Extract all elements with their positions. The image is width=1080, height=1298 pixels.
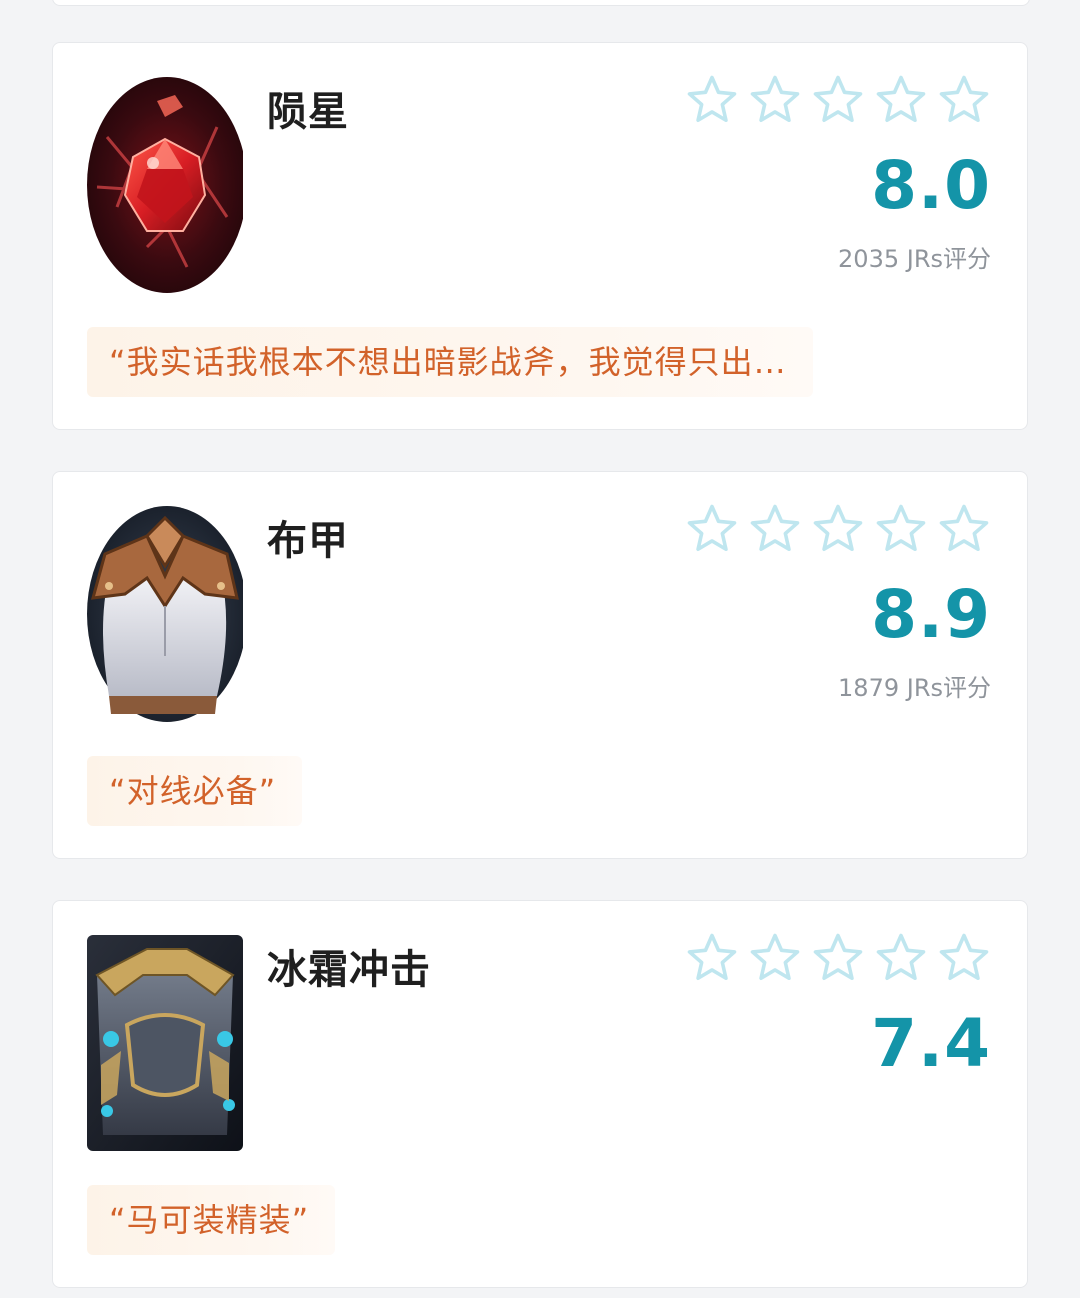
- meteor-gem-icon: [87, 77, 243, 293]
- star-outline-icon[interactable]: [685, 502, 739, 556]
- item-name: 布甲: [267, 518, 349, 564]
- frost-impact-armor-icon: [87, 935, 243, 1151]
- star-outline-icon[interactable]: [937, 931, 991, 985]
- item-score: 8.0: [871, 147, 991, 224]
- item-name: 冰霜冲击: [267, 947, 431, 993]
- rating-stars[interactable]: [685, 931, 991, 985]
- star-outline-icon[interactable]: [685, 931, 739, 985]
- star-outline-icon[interactable]: [811, 502, 865, 556]
- rater-count: 1879 JRs评分: [838, 674, 991, 702]
- star-outline-icon[interactable]: [874, 931, 928, 985]
- star-outline-icon[interactable]: [874, 502, 928, 556]
- rating-stars[interactable]: [685, 502, 991, 556]
- top-comment-quote[interactable]: “马可装精装”: [87, 1185, 336, 1255]
- item-score: 8.9: [871, 576, 991, 653]
- item-card-cloth-armor[interactable]: 布甲 8.9 1879 JRs评分 “对线必备”: [52, 471, 1028, 859]
- cloth-armor-icon: [87, 506, 243, 722]
- previous-card-edge: [52, 0, 1030, 6]
- top-comment-quote[interactable]: “我实话我根本不想出暗影战斧，我觉得只出…: [87, 327, 813, 397]
- rating-stars[interactable]: [685, 73, 991, 127]
- star-outline-icon[interactable]: [748, 931, 802, 985]
- item-card-frost-impact[interactable]: 冰霜冲击 7.4 “马可装精装”: [52, 900, 1028, 1288]
- item-card-meteor[interactable]: 陨星 8.0 2035 JRs评分 “我实话我根本不想出暗影战斧，我觉得只出…: [52, 42, 1028, 430]
- item-name: 陨星: [267, 89, 349, 135]
- star-outline-icon[interactable]: [937, 502, 991, 556]
- star-outline-icon[interactable]: [685, 73, 739, 127]
- star-outline-icon[interactable]: [811, 931, 865, 985]
- star-outline-icon[interactable]: [937, 73, 991, 127]
- item-score: 7.4: [871, 1005, 991, 1082]
- star-outline-icon[interactable]: [748, 73, 802, 127]
- rater-count: 2035 JRs评分: [838, 245, 991, 273]
- star-outline-icon[interactable]: [748, 502, 802, 556]
- top-comment-quote[interactable]: “对线必备”: [87, 756, 303, 826]
- star-outline-icon[interactable]: [874, 73, 928, 127]
- star-outline-icon[interactable]: [811, 73, 865, 127]
